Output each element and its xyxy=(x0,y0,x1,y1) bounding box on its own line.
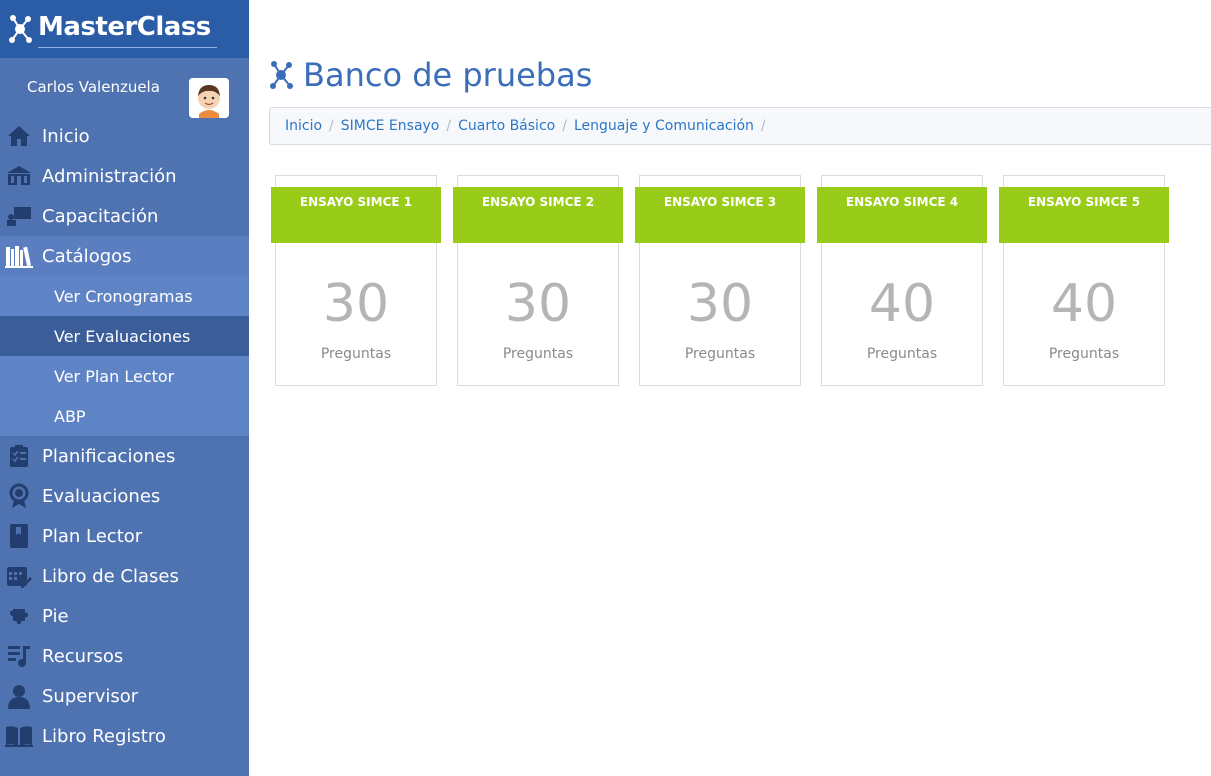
question-label: Preguntas xyxy=(684,346,756,362)
presentation-icon xyxy=(5,202,33,230)
question-label: Preguntas xyxy=(866,346,938,362)
card-title: ENSAYO SIMCE 5 xyxy=(999,187,1169,243)
music-list-icon xyxy=(5,642,33,670)
breadcrumb: Inicio / SIMCE Ensayo / Cuarto Básico / … xyxy=(269,107,1211,145)
test-card[interactable]: ENSAYO SIMCE 4 40 Preguntas xyxy=(817,175,987,386)
card-title: ENSAYO SIMCE 3 xyxy=(635,187,805,243)
menu-label: Pie xyxy=(42,605,69,627)
person-icon xyxy=(5,682,33,710)
question-count: 40 xyxy=(868,274,936,334)
menu-item-catalogos[interactable]: Catálogos xyxy=(0,236,249,276)
breadcrumb-separator: / xyxy=(760,118,766,134)
menu-item-evaluaciones[interactable]: Evaluaciones xyxy=(0,476,249,516)
card-title: ENSAYO SIMCE 4 xyxy=(817,187,987,243)
question-count: 40 xyxy=(1050,274,1118,334)
menu-item-capacitacion[interactable]: Capacitación xyxy=(0,196,249,236)
menu-item-administracion[interactable]: Administración xyxy=(0,156,249,196)
menu-label: Libro de Clases xyxy=(42,565,179,587)
submenu-item-ver-cronogramas[interactable]: Ver Cronogramas xyxy=(0,276,249,316)
menu-item-pie[interactable]: Pie xyxy=(0,596,249,636)
user-panel: Carlos Valenzuela xyxy=(0,58,249,118)
breadcrumb-separator: / xyxy=(562,118,567,134)
main-menu: Inicio Administración Capacitación Catál… xyxy=(0,116,249,756)
molecule-icon xyxy=(270,61,293,89)
user-name: Carlos Valenzuela xyxy=(27,78,160,96)
question-count: 30 xyxy=(504,274,572,334)
home-icon xyxy=(5,122,33,150)
menu-item-plan-lector[interactable]: Plan Lector xyxy=(0,516,249,556)
menu-label: Inicio xyxy=(42,125,90,147)
page-header: Banco de pruebas xyxy=(269,56,592,94)
puzzle-icon xyxy=(5,602,33,630)
logo-text: MasterClass xyxy=(38,12,217,48)
test-card[interactable]: ENSAYO SIMCE 1 30 Preguntas xyxy=(271,175,441,386)
book-icon xyxy=(5,522,33,550)
submenu-item-ver-plan-lector[interactable]: Ver Plan Lector xyxy=(0,356,249,396)
menu-item-inicio[interactable]: Inicio xyxy=(0,116,249,156)
menu-item-libro-de-clases[interactable]: Libro de Clases xyxy=(0,556,249,596)
page-title: Banco de pruebas xyxy=(303,56,593,94)
molecule-logo-icon xyxy=(9,15,32,43)
menu-label: Administración xyxy=(42,165,177,187)
books-icon xyxy=(5,242,33,270)
breadcrumb-simce-ensayo[interactable]: SIMCE Ensayo xyxy=(341,118,440,134)
test-card[interactable]: ENSAYO SIMCE 5 40 Preguntas xyxy=(999,175,1169,386)
clipboard-icon xyxy=(5,442,33,470)
breadcrumb-cuarto-basico[interactable]: Cuarto Básico xyxy=(458,118,555,134)
calendar-edit-icon xyxy=(5,562,33,590)
question-label: Preguntas xyxy=(320,346,392,362)
sidebar: MasterClass Carlos Valenzuela Inicio Adm… xyxy=(0,0,249,776)
menu-label: Capacitación xyxy=(42,205,159,227)
submenu-item-abp[interactable]: ABP xyxy=(0,396,249,436)
menu-label: Plan Lector xyxy=(42,525,143,547)
avatar-icon xyxy=(189,78,229,118)
breadcrumb-separator: / xyxy=(329,118,334,134)
menu-item-planificaciones[interactable]: Planificaciones xyxy=(0,436,249,476)
test-card[interactable]: ENSAYO SIMCE 3 30 Preguntas xyxy=(635,175,805,386)
medal-icon xyxy=(5,482,33,510)
breadcrumb-lenguaje[interactable]: Lenguaje y Comunicación xyxy=(574,118,754,134)
submenu-item-ver-evaluaciones[interactable]: Ver Evaluaciones xyxy=(0,316,249,356)
question-count: 30 xyxy=(686,274,754,334)
test-cards: ENSAYO SIMCE 1 30 Preguntas ENSAYO SIMCE… xyxy=(271,175,1185,386)
breadcrumb-separator: / xyxy=(446,118,452,134)
menu-label: Catálogos xyxy=(42,245,132,267)
menu-label: Recursos xyxy=(42,645,124,667)
card-title: ENSAYO SIMCE 1 xyxy=(271,187,441,243)
building-icon xyxy=(5,162,33,190)
question-label: Preguntas xyxy=(502,346,574,362)
test-card[interactable]: ENSAYO SIMCE 2 30 Preguntas xyxy=(453,175,623,386)
question-count: 30 xyxy=(322,274,390,334)
menu-label: Libro Registro xyxy=(42,725,166,747)
open-book-icon xyxy=(5,722,33,750)
logo[interactable]: MasterClass xyxy=(0,0,249,58)
menu-item-recursos[interactable]: Recursos xyxy=(0,636,249,676)
card-title: ENSAYO SIMCE 2 xyxy=(453,187,623,243)
main-content: Banco de pruebas Inicio / SIMCE Ensayo /… xyxy=(249,0,1211,776)
menu-item-libro-registro[interactable]: Libro Registro xyxy=(0,716,249,756)
menu-label: Supervisor xyxy=(42,685,139,707)
menu-label: Planificaciones xyxy=(42,445,176,467)
menu-item-supervisor[interactable]: Supervisor xyxy=(0,676,249,716)
question-label: Preguntas xyxy=(1048,346,1120,362)
breadcrumb-inicio[interactable]: Inicio xyxy=(285,118,322,134)
avatar[interactable] xyxy=(189,78,229,118)
menu-label: Evaluaciones xyxy=(42,485,161,507)
